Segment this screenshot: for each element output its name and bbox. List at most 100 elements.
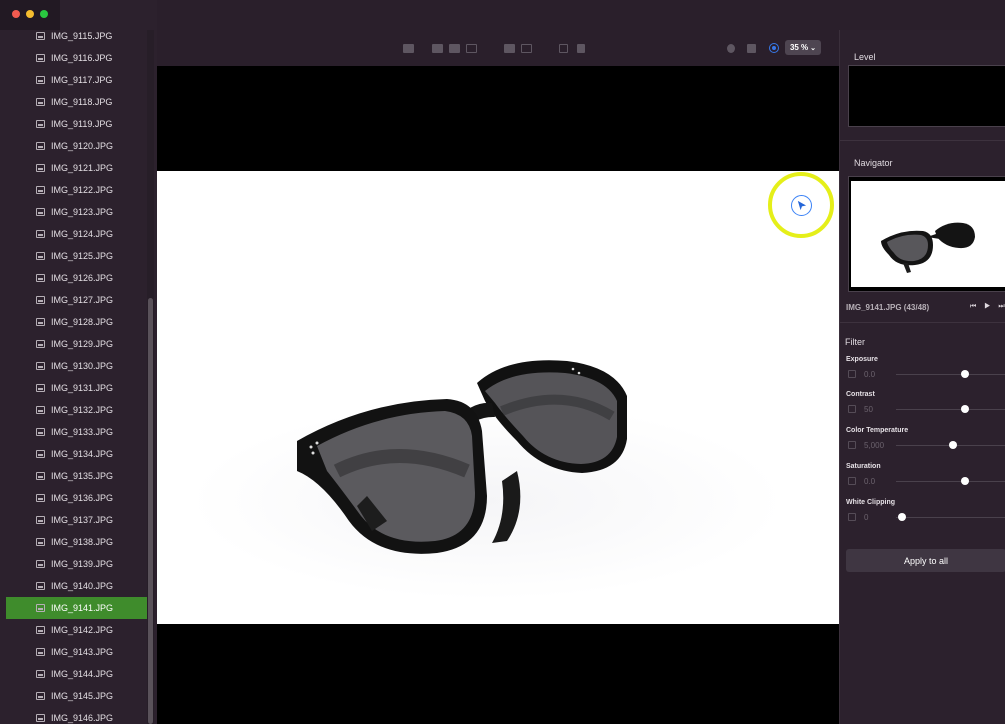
file-name: IMG_9137.JPG — [51, 515, 114, 525]
image-file-icon — [36, 384, 45, 392]
filter-name: White Clipping — [846, 499, 895, 506]
filter-slider-thumb[interactable] — [961, 477, 970, 485]
image-file-icon — [36, 76, 45, 84]
filter-checkbox[interactable] — [848, 441, 856, 449]
single-view-icon[interactable] — [403, 44, 414, 53]
crop-icon[interactable] — [559, 44, 568, 53]
file-list-item[interactable]: IMG_9129.JPG — [6, 333, 147, 355]
file-list-item[interactable]: IMG_9126.JPG — [6, 267, 147, 289]
filter-slider-thumb[interactable] — [961, 370, 970, 378]
file-name: IMG_9143.JPG — [51, 647, 114, 657]
file-list-item[interactable]: IMG_9117.JPG — [6, 69, 147, 91]
file-list-item[interactable]: IMG_9132.JPG — [6, 399, 147, 421]
filter-slider-thumb[interactable] — [897, 513, 906, 521]
image-file-icon — [36, 714, 45, 722]
filter-slider-thumb[interactable] — [949, 441, 958, 449]
zoom-dropdown[interactable]: 35 % ⌄ — [785, 40, 821, 55]
grid-view-icon[interactable] — [504, 44, 515, 53]
filter-checkbox[interactable] — [848, 477, 856, 485]
filter-saturation: Saturation 0.0 — [846, 463, 1005, 488]
layers-icon[interactable] — [727, 44, 735, 53]
filter-slider-track[interactable] — [896, 517, 1005, 518]
filter-row: 50 — [846, 402, 1005, 416]
split-vertical-icon[interactable] — [449, 44, 460, 53]
file-list-item[interactable]: IMG_9120.JPG — [6, 135, 147, 157]
file-list-item[interactable]: IMG_9118.JPG — [6, 91, 147, 113]
image-file-icon — [36, 648, 45, 656]
file-name: IMG_9117.JPG — [51, 75, 113, 85]
zoom-window-button[interactable] — [40, 10, 48, 18]
file-list-item[interactable]: IMG_9123.JPG — [6, 201, 147, 223]
file-list-item[interactable]: IMG_9138.JPG — [6, 531, 147, 553]
main-photo[interactable] — [157, 171, 839, 624]
file-list-item[interactable]: IMG_9143.JPG — [6, 641, 147, 663]
file-list-item[interactable]: IMG_9122.JPG — [6, 179, 147, 201]
filter-color-temperature: Color Temperature 5,000 — [846, 427, 1005, 452]
file-list-item[interactable]: IMG_9121.JPG — [6, 157, 147, 179]
navigator-preview[interactable] — [848, 176, 1005, 292]
image-file-icon — [36, 142, 45, 150]
file-list-item[interactable]: IMG_9140.JPG — [6, 575, 147, 597]
image-file-icon — [36, 296, 45, 304]
file-list-item[interactable]: IMG_9119.JPG — [6, 113, 147, 135]
file-list-item[interactable]: IMG_9139.JPG — [6, 553, 147, 575]
stamp-icon[interactable] — [577, 44, 585, 53]
file-list-item[interactable]: IMG_9131.JPG — [6, 377, 147, 399]
filter-exposure: Exposure 0.0 — [846, 356, 1005, 381]
file-list-item[interactable]: IMG_9145.JPG — [6, 685, 147, 707]
file-sidebar: IMG_9115.JPG IMG_9116.JPG IMG_9117.JPG IMG_… — [0, 0, 157, 724]
zoom-label: 35 % — [789, 43, 809, 52]
image-file-icon — [36, 692, 45, 700]
filter-slider-thumb[interactable] — [961, 405, 970, 413]
image-file-icon — [36, 230, 45, 238]
file-list-item[interactable]: IMG_9136.JPG — [6, 487, 147, 509]
image-viewer[interactable] — [157, 66, 839, 724]
filter-row: 0 — [846, 510, 1005, 524]
minimize-window-button[interactable] — [26, 10, 34, 18]
navigator-thumbnail[interactable] — [851, 181, 1005, 287]
file-list-item[interactable]: IMG_9115.JPG — [6, 25, 147, 47]
close-window-button[interactable] — [12, 10, 20, 18]
file-list-item[interactable]: IMG_9128.JPG — [6, 311, 147, 333]
file-list-item[interactable]: IMG_9125.JPG — [6, 245, 147, 267]
file-list-item[interactable]: IMG_9146.JPG — [6, 707, 147, 724]
filter-checkbox[interactable] — [848, 513, 856, 521]
file-list-item[interactable]: IMG_9134.JPG — [6, 443, 147, 465]
file-name: IMG_9141.JPG — [51, 603, 114, 613]
export-icon[interactable] — [747, 44, 756, 53]
file-list-item[interactable]: IMG_9144.JPG — [6, 663, 147, 685]
split-horizontal-icon[interactable] — [432, 44, 443, 53]
sidebar-scrollbar[interactable] — [148, 298, 153, 724]
cursor-mode-icon[interactable] — [769, 43, 779, 53]
file-list-item[interactable]: IMG_9142.JPG — [6, 619, 147, 641]
image-file-icon — [36, 98, 45, 106]
image-file-icon — [36, 406, 45, 414]
filter-checkbox[interactable] — [848, 405, 856, 413]
file-name: IMG_9146.JPG — [51, 713, 114, 723]
image-file-icon — [36, 428, 45, 436]
file-list-item[interactable]: IMG_9116.JPG — [6, 47, 147, 69]
image-file-icon — [36, 450, 45, 458]
file-list-item[interactable]: IMG_9137.JPG — [6, 509, 147, 531]
filter-slider-track[interactable] — [896, 409, 1005, 410]
file-list-item[interactable]: IMG_9127.JPG — [6, 289, 147, 311]
filter-slider-track[interactable] — [896, 481, 1005, 482]
file-list-item[interactable]: IMG_9130.JPG — [6, 355, 147, 377]
image-file-icon — [36, 362, 45, 370]
apply-to-all-button[interactable]: Apply to all — [846, 549, 1005, 572]
compare-icon[interactable] — [466, 44, 477, 53]
filter-checkbox[interactable] — [848, 370, 856, 378]
file-list: IMG_9115.JPG IMG_9116.JPG IMG_9117.JPG IMG_… — [6, 25, 147, 724]
file-list-item[interactable]: IMG_9124.JPG — [6, 223, 147, 245]
file-name: IMG_9123.JPG — [51, 207, 114, 217]
filter-slider-track[interactable] — [896, 374, 1005, 375]
file-name: IMG_9133.JPG — [51, 427, 114, 437]
file-list-item[interactable]: IMG_9133.JPG — [6, 421, 147, 443]
file-list-item[interactable]: IMG_9141.JPG — [6, 597, 147, 619]
file-list-item[interactable]: IMG_9135.JPG — [6, 465, 147, 487]
filter-row: 5,000 — [846, 438, 1005, 452]
contact-sheet-icon[interactable] — [521, 44, 532, 53]
navigator-playback-controls[interactable]: ⏮ ▶ ⏭ — [970, 303, 1005, 311]
filter-value: 0.0 — [864, 477, 876, 486]
file-name: IMG_9116.JPG — [51, 53, 113, 63]
